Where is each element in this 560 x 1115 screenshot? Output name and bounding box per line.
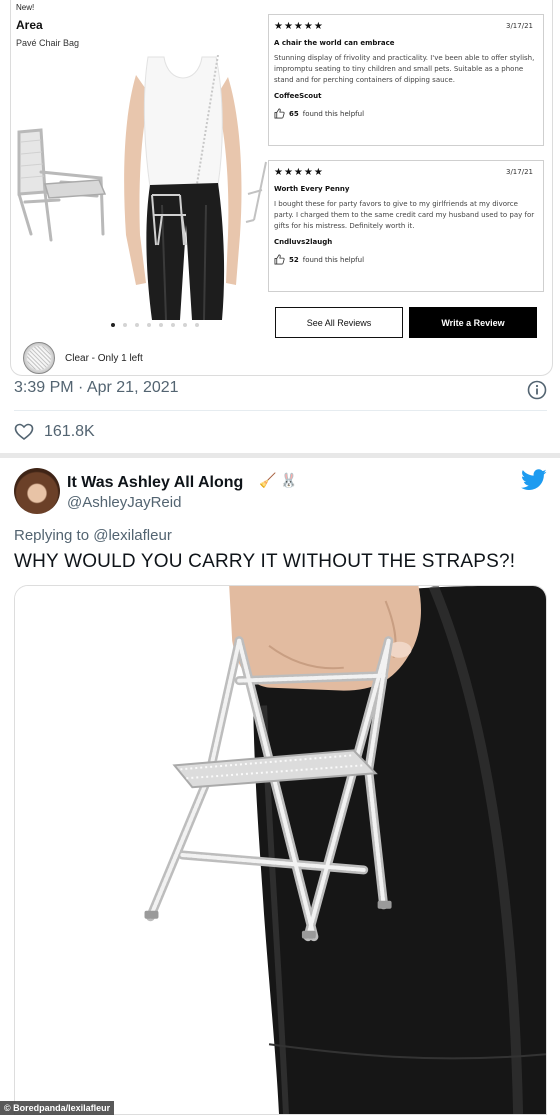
carousel-dot[interactable] xyxy=(159,323,163,327)
chair-bag-image-alt xyxy=(245,161,267,223)
tweet-text: WHY WOULD YOU CARRY IT WITHOUT THE STRAP… xyxy=(14,551,516,572)
carousel-dot[interactable] xyxy=(195,323,199,327)
replying-to-link[interactable]: @lexilafleur xyxy=(93,527,172,544)
tweet-separator xyxy=(0,453,560,458)
review-card: ★★★★★ 3/17/21 A chair the world can embr… xyxy=(268,14,544,146)
review-card: ★★★★★ 3/17/21 Worth Every Penny I bought… xyxy=(268,160,544,292)
helpful-text: found this helpful xyxy=(302,255,365,264)
star-rating: ★★★★★ xyxy=(274,21,324,32)
carousel-dot[interactable] xyxy=(183,323,187,327)
color-label: Clear - Only 1 left xyxy=(65,353,143,364)
review-body: Stunning display of frivolity and practi… xyxy=(274,54,535,84)
carousel-dot[interactable] xyxy=(123,323,127,327)
like-count[interactable]: 161.8K xyxy=(44,423,95,441)
carousel-dot[interactable] xyxy=(171,323,175,327)
star-rating: ★★★★★ xyxy=(274,167,324,178)
tweet-timestamp[interactable]: 3:39 PM · Apr 21, 2021 xyxy=(14,379,179,397)
divider xyxy=(14,410,547,411)
replying-prefix: Replying to xyxy=(14,527,90,544)
watermark: © Boredpanda/lexilafleur xyxy=(0,1101,115,1115)
carousel-dots[interactable] xyxy=(111,323,199,331)
product-subtitle: Pavé Chair Bag xyxy=(16,38,80,48)
review-author: Cndluvs2laugh xyxy=(274,238,333,246)
thumbs-up-icon[interactable] xyxy=(274,108,285,119)
chair-bag-image xyxy=(17,128,107,242)
replying-to: Replying to @lexilafleur xyxy=(14,527,172,544)
helpful-row[interactable]: 52 found this helpful xyxy=(274,254,538,265)
see-all-reviews-button[interactable]: See All Reviews xyxy=(275,307,403,338)
rabbit-emoji: 🐰 xyxy=(280,472,298,488)
review-body: I bought these for party favors to give … xyxy=(274,200,535,230)
carousel-dot[interactable] xyxy=(135,323,139,327)
tweet-photo[interactable] xyxy=(14,585,547,1115)
product-card[interactable]: New! Area Pavé Chair Bag Clear - Only 1 … xyxy=(10,0,553,376)
color-swatch[interactable] xyxy=(23,342,55,374)
new-badge: New! xyxy=(16,3,35,12)
helpful-count: 65 xyxy=(289,109,299,118)
review-author: CoffeeScout xyxy=(274,92,322,100)
helpful-row[interactable]: 65 found this helpful xyxy=(274,108,538,119)
model-photo xyxy=(106,55,254,320)
avatar[interactable] xyxy=(14,468,60,514)
review-title: A chair the world can embrace xyxy=(274,39,395,47)
review-title: Worth Every Penny xyxy=(274,185,350,193)
twitter-bird-icon[interactable] xyxy=(521,469,547,491)
broom-emoji: 🧹 xyxy=(259,472,277,488)
thumbs-up-icon[interactable] xyxy=(274,254,285,265)
user-handle[interactable]: @AshleyJayReid xyxy=(67,494,181,511)
carousel-dot[interactable] xyxy=(147,323,151,327)
info-icon[interactable] xyxy=(527,380,547,400)
display-name[interactable]: It Was Ashley All Along xyxy=(67,474,243,492)
helpful-count: 52 xyxy=(289,255,299,264)
review-date: 3/17/21 xyxy=(506,168,533,176)
review-date: 3/17/21 xyxy=(506,22,533,30)
product-name: Area xyxy=(16,18,43,32)
write-review-button[interactable]: Write a Review xyxy=(409,307,537,338)
carousel-dot[interactable] xyxy=(111,323,115,327)
heart-icon[interactable] xyxy=(14,422,34,442)
helpful-text: found this helpful xyxy=(302,109,365,118)
